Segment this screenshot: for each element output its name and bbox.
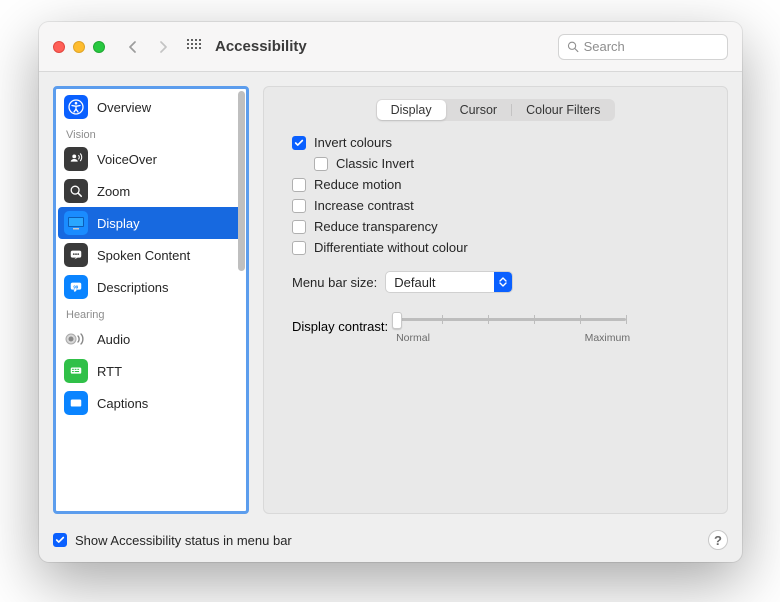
tab-segmented-control: Display Cursor Colour Filters [376,99,616,121]
voiceover-icon [64,147,88,171]
rtt-icon [64,359,88,383]
preferences-window: Accessibility Overview Vision VoiceOver [39,22,742,562]
menu-bar-size-row: Menu bar size: Default [292,271,711,293]
window-title: Accessibility [215,38,307,55]
checkbox-label: Increase contrast [314,198,414,213]
sidebar-item-display[interactable]: Display [58,207,244,239]
invert-colours-checkbox[interactable]: Invert colours [292,135,711,150]
sidebar-item-voiceover[interactable]: VoiceOver [58,143,244,175]
chevron-up-down-icon [494,272,512,292]
sidebar-item-overview[interactable]: Overview [58,91,244,123]
sidebar-item-audio[interactable]: Audio [58,323,244,355]
sidebar-item-captions[interactable]: Captions [58,387,244,419]
audio-icon [64,327,88,351]
sidebar-item-label: Overview [97,100,151,115]
sidebar-item-label: Descriptions [97,280,169,295]
slider-min-label: Normal [396,332,430,344]
classic-invert-checkbox[interactable]: Classic Invert [314,156,711,171]
sidebar-item-label: Captions [97,396,148,411]
reduce-transparency-checkbox[interactable]: Reduce transparency [292,219,711,234]
slider-labels: Normal Maximum [396,332,630,344]
window-controls [53,41,105,53]
checkbox-icon [314,157,328,171]
increase-contrast-checkbox[interactable]: Increase contrast [292,198,711,213]
checkbox-label: Classic Invert [336,156,414,171]
close-button[interactable] [53,41,65,53]
sidebar-group-vision: Vision [58,123,244,143]
display-contrast-row: Display contrast: Normal Maxim [292,309,711,344]
sidebar-item-descriptions[interactable]: 99 Descriptions [58,271,244,303]
search-icon [567,40,579,53]
checkbox-icon [292,220,306,234]
tab-colour-filters[interactable]: Colour Filters [512,100,614,120]
sidebar-item-label: Spoken Content [97,248,190,263]
sidebar-item-rtt[interactable]: RTT [58,355,244,387]
content-area: Overview Vision VoiceOver Zoom Display [39,72,742,522]
checkbox-label: Show Accessibility status in menu bar [75,533,292,548]
checkbox-label: Reduce transparency [314,219,438,234]
sidebar-item-label: Display [97,216,140,231]
sidebar-scrollbar[interactable] [238,91,245,271]
spoken-content-icon [64,243,88,267]
back-button[interactable] [127,41,139,53]
reduce-motion-checkbox[interactable]: Reduce motion [292,177,711,192]
select-value: Default [394,275,435,290]
checkbox-icon [292,136,306,150]
sidebar-item-spoken-content[interactable]: Spoken Content [58,239,244,271]
sidebar-item-zoom[interactable]: Zoom [58,175,244,207]
sidebar-item-label: Zoom [97,184,130,199]
sidebar-item-label: RTT [97,364,122,379]
sidebar-group-hearing: Hearing [58,303,244,323]
minimize-button[interactable] [73,41,85,53]
checkbox-icon [292,199,306,213]
slider-max-label: Maximum [585,332,631,344]
checkbox-icon [292,241,306,255]
display-options: Invert colours Classic Invert Reduce mot… [292,135,711,255]
sidebar-item-label: VoiceOver [97,152,157,167]
menu-bar-size-select[interactable]: Default [385,271,513,293]
nav-controls [127,39,203,55]
display-contrast-slider[interactable] [396,309,626,329]
forward-button[interactable] [157,41,169,53]
checkbox-label: Reduce motion [314,177,401,192]
search-input[interactable] [584,39,719,54]
footer: Show Accessibility status in menu bar ? [39,522,742,562]
checkbox-icon [53,533,67,547]
display-icon [64,211,88,235]
show-all-button[interactable] [187,39,203,55]
checkbox-label: Invert colours [314,135,392,150]
svg-text:99: 99 [73,284,78,289]
zoom-button[interactable] [93,41,105,53]
tab-display[interactable]: Display [377,100,446,120]
zoom-icon [64,179,88,203]
checkbox-icon [292,178,306,192]
descriptions-icon: 99 [64,275,88,299]
menu-bar-size-label: Menu bar size: [292,275,377,290]
slider-knob[interactable] [392,312,402,329]
captions-icon [64,391,88,415]
sidebar: Overview Vision VoiceOver Zoom Display [53,86,249,514]
main-panel: Display Cursor Colour Filters Invert col… [263,86,728,514]
differentiate-colour-checkbox[interactable]: Differentiate without colour [292,240,711,255]
accessibility-icon [64,95,88,119]
titlebar: Accessibility [39,22,742,72]
search-field[interactable] [558,34,728,60]
sidebar-item-label: Audio [97,332,130,347]
show-status-checkbox[interactable]: Show Accessibility status in menu bar [53,533,292,548]
display-contrast-label: Display contrast: [292,319,388,334]
tab-cursor[interactable]: Cursor [446,100,512,120]
help-button[interactable]: ? [708,530,728,550]
checkbox-label: Differentiate without colour [314,240,468,255]
